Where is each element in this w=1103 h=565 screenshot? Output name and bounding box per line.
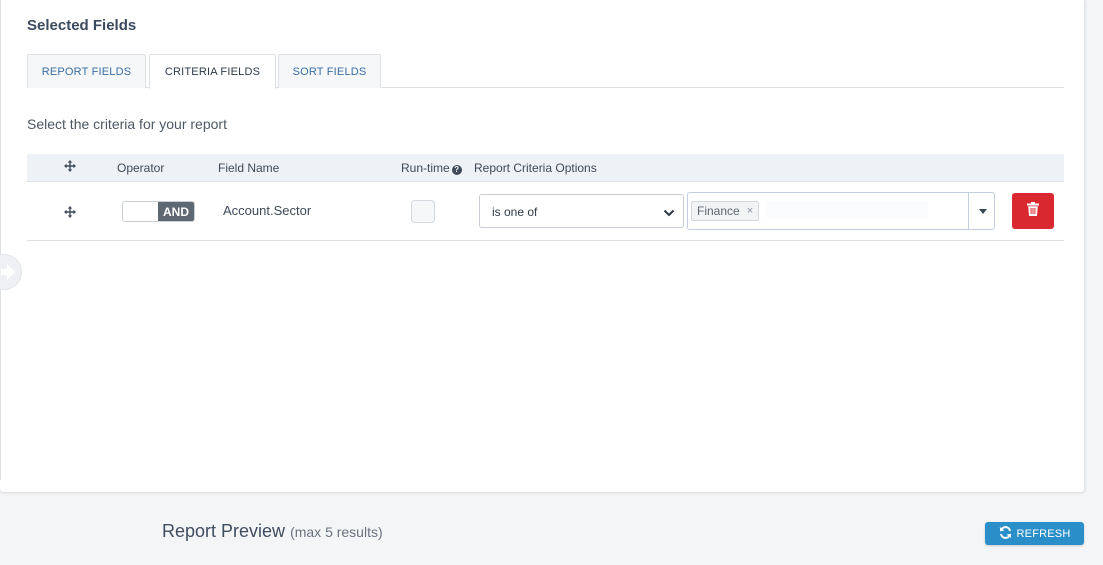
operator-toggle[interactable]: AND <box>122 201 195 222</box>
caret-down-icon[interactable] <box>979 209 987 214</box>
criteria-values-select[interactable]: Finance × <box>687 192 995 230</box>
dropdown-separator <box>968 193 969 229</box>
tab-sort-fields[interactable]: SORT FIELDS <box>278 54 381 88</box>
field-name: Account.Sector <box>223 203 312 218</box>
tab-report-fields[interactable]: REPORT FIELDS <box>27 54 146 88</box>
move-icon <box>64 160 76 172</box>
operator-and-option[interactable]: AND <box>158 202 194 221</box>
field-name-header: Field Name <box>218 161 280 175</box>
arrow-right-icon <box>1 264 15 280</box>
condition-select-value: is one of <box>492 205 538 219</box>
report-preview-note: (max 5 results) <box>290 524 383 540</box>
chip-remove-icon[interactable]: × <box>747 205 753 217</box>
refresh-button[interactable]: REFRESH <box>985 522 1084 545</box>
value-chip-label: Finance <box>697 204 740 218</box>
section-title: Selected Fields <box>27 17 137 34</box>
refresh-label: REFRESH <box>1016 527 1071 540</box>
tab-criteria-fields[interactable]: CRITERIA FIELDS <box>149 54 276 89</box>
runtime-checkbox[interactable] <box>411 200 435 223</box>
trash-icon <box>1027 201 1039 221</box>
runtime-header-label: Run-time <box>401 161 450 175</box>
report-preview-title: Report Preview (max 5 results) <box>162 521 383 542</box>
refresh-icon <box>999 525 1012 542</box>
value-chip: Finance × <box>691 201 760 221</box>
panel-left-border <box>0 0 1 480</box>
condition-select[interactable]: is one of <box>479 194 684 228</box>
operator-header: Operator <box>117 161 165 175</box>
criteria-tabs: REPORT FIELDS CRITERIA FIELDS SORT FIELD… <box>27 54 1064 89</box>
criteria-instructions: Select the criteria for your report <box>27 116 227 132</box>
criteria-table-header: Operator Field Name Run-time? Report Cri… <box>27 154 1064 182</box>
criteria-options-header: Report Criteria Options <box>474 161 597 175</box>
collapse-arrow-button[interactable] <box>0 254 22 290</box>
criteria-row: AND Account.Sector is one of Finance × <box>27 182 1064 241</box>
delete-criteria-button[interactable] <box>1012 193 1054 229</box>
selected-fields-panel: Selected Fields REPORT FIELDS CRITERIA F… <box>0 0 1085 492</box>
runtime-header: Run-time? <box>401 161 462 175</box>
move-icon[interactable] <box>64 205 76 218</box>
report-preview-label: Report Preview <box>162 521 286 541</box>
question-circle-icon[interactable]: ? <box>451 165 462 175</box>
values-search-input[interactable] <box>766 201 928 219</box>
chevron-down-icon <box>663 207 675 217</box>
